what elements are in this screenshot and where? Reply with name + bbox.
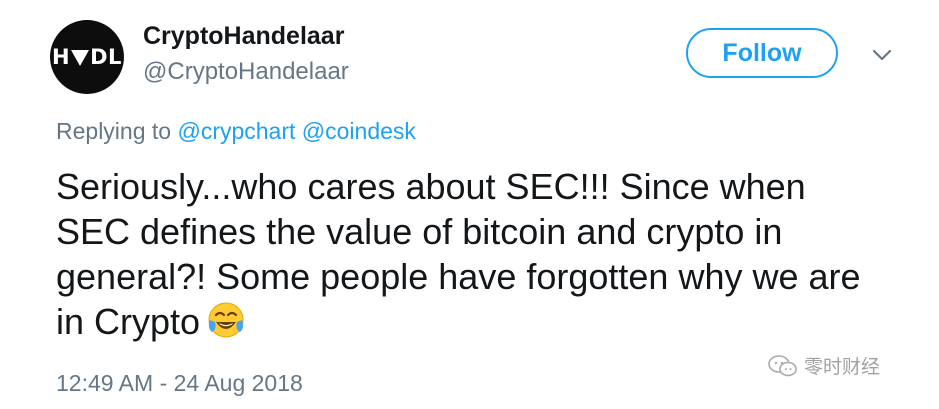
avatar-text-left: H — [52, 45, 71, 69]
follow-button[interactable]: Follow — [686, 28, 838, 78]
avatar-text-right: DL — [90, 45, 122, 69]
watermark-text: 零时财经 — [804, 356, 881, 378]
tweet-timestamp[interactable]: 12:49 AM - 24 Aug 2018 — [56, 370, 303, 397]
display-name[interactable]: CryptoHandelaar — [143, 22, 344, 51]
watermark: 零时财经 — [768, 352, 880, 379]
chevron-down-icon[interactable] — [871, 44, 893, 66]
tweet-text: Seriously...who cares about SEC!!! Since… — [56, 166, 861, 342]
mention-link-crypchart[interactable]: @crypchart — [177, 118, 295, 144]
face-with-tears-of-joy-icon — [208, 302, 244, 338]
tweet-body: Seriously...who cares about SEC!!! Since… — [56, 164, 886, 344]
replying-to-line: Replying to @crypchart @coindesk — [56, 118, 416, 145]
replying-to-label: Replying to — [56, 118, 172, 144]
user-handle[interactable]: @CryptoHandelaar — [143, 58, 349, 86]
wechat-logo-icon — [768, 354, 797, 376]
avatar-triangle-icon — [71, 50, 90, 66]
avatar[interactable]: H DL — [50, 20, 124, 94]
mention-link-coindesk[interactable]: @coindesk — [302, 118, 416, 144]
